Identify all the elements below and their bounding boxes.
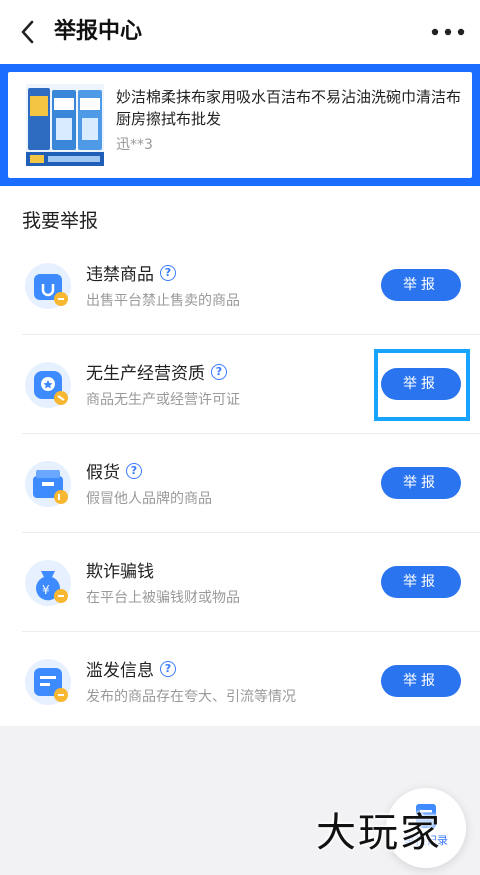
help-icon[interactable]: ? <box>160 660 176 677</box>
report-item-label: 假货 <box>86 463 120 483</box>
report-item-label: 违禁商品 <box>86 265 154 285</box>
report-item-name: 滥发信息 ? <box>86 656 176 681</box>
reported-product-highlight: 妙洁棉柔抹布家用吸水百洁布不易沾油洗碗巾清洁布厨房擦拭布批发 迅**3 <box>0 64 480 186</box>
section-title: 我要举报 <box>22 210 99 232</box>
box-icon <box>25 461 71 507</box>
watermark-text: 大玩家 <box>316 810 442 856</box>
report-button-fraud[interactable]: 举报 <box>381 566 461 598</box>
report-button-spam[interactable]: 举报 <box>381 665 461 697</box>
report-item-name: 违禁商品 ? <box>86 260 176 285</box>
top-bar: 举报中心 <box>0 0 480 64</box>
report-button-counterfeit[interactable]: 举报 <box>381 467 461 499</box>
report-item-name: 无生产经营资质 ? <box>86 359 227 384</box>
report-item-desc: 在平台上被骗钱财或物品 <box>86 590 240 606</box>
badge-icon <box>25 362 71 408</box>
back-button[interactable] <box>14 18 42 46</box>
report-item-spam: 滥发信息 ? 发布的商品存在夸大、引流等情况 举报 <box>0 632 480 731</box>
product-title: 妙洁棉柔抹布家用吸水百洁布不易沾油洗碗巾清洁布厨房擦拭布批发 <box>116 88 462 128</box>
report-item-desc: 发布的商品存在夸大、引流等情况 <box>86 689 296 705</box>
report-item-counterfeit: 假货 ? 假冒他人品牌的商品 举报 <box>0 434 480 533</box>
product-seller: 迅**3 <box>116 137 153 153</box>
help-icon[interactable]: ? <box>160 264 176 281</box>
svg-text:¥: ¥ <box>42 583 50 597</box>
page-title: 举报中心 <box>54 19 143 44</box>
help-icon[interactable]: ? <box>126 462 142 479</box>
report-button-prohibited-goods[interactable]: 举报 <box>381 269 461 301</box>
report-item-desc: 出售平台禁止售卖的商品 <box>86 293 240 309</box>
highlight-box <box>374 349 470 421</box>
help-icon[interactable]: ? <box>211 363 227 380</box>
report-item-label: 无生产经营资质 <box>86 364 205 384</box>
more-button[interactable] <box>430 18 466 46</box>
report-section: 我要举报 违禁商品 ? 出售平台禁止售卖的商品 举报 无生产经营资质 ? 商品无… <box>0 186 480 726</box>
report-item-name: 欺诈骗钱 <box>86 557 154 582</box>
report-item-desc: 商品无生产或经营许可证 <box>86 392 240 408</box>
document-icon <box>25 659 71 705</box>
report-item-label: 滥发信息 <box>86 661 154 681</box>
money-bag-icon: ¥ <box>25 560 71 606</box>
report-item-fraud: ¥ 欺诈骗钱 在平台上被骗钱财或物品 举报 <box>0 533 480 632</box>
reported-product-card[interactable]: 妙洁棉柔抹布家用吸水百洁布不易沾油洗碗巾清洁布厨房擦拭布批发 迅**3 <box>8 72 472 178</box>
report-item-desc: 假冒他人品牌的商品 <box>86 491 212 507</box>
more-dots-icon <box>431 28 465 36</box>
report-item-label: 欺诈骗钱 <box>86 562 154 582</box>
report-item-prohibited-goods: 违禁商品 ? 出售平台禁止售卖的商品 举报 <box>0 236 480 335</box>
chevron-left-icon <box>21 20 34 44</box>
bag-icon <box>25 263 71 309</box>
report-item-name: 假货 ? <box>86 458 142 483</box>
product-thumbnail <box>26 84 104 166</box>
